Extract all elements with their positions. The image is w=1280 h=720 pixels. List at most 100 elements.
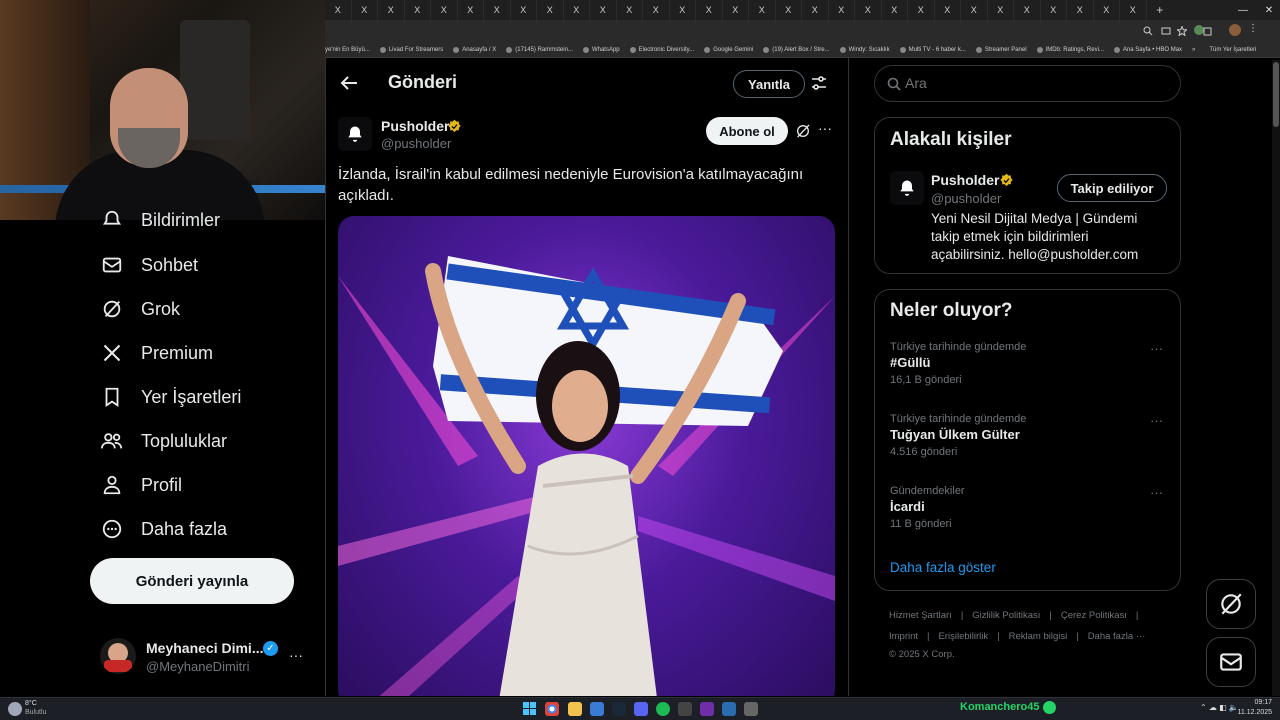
app-icon[interactable] xyxy=(590,702,604,716)
related-name[interactable]: Pusholder xyxy=(931,172,999,188)
bookmark-item[interactable]: Streamer Panel xyxy=(975,46,1027,53)
browser-tab[interactable]: X xyxy=(749,0,776,20)
trend-more-button[interactable]: ··· xyxy=(1150,485,1163,500)
browser-tab[interactable]: X xyxy=(908,0,935,20)
chrome-icon[interactable] xyxy=(545,702,559,716)
search-box[interactable] xyxy=(874,65,1181,102)
browser-tab[interactable]: X xyxy=(617,0,643,20)
browser-tab[interactable]: X xyxy=(1067,0,1094,20)
browser-tab[interactable]: X xyxy=(484,0,511,20)
browser-tab[interactable]: X xyxy=(1120,0,1147,20)
related-handle[interactable]: @pusholder xyxy=(931,191,1001,206)
puzzle-icon[interactable] xyxy=(1203,26,1213,36)
bookmark-item[interactable]: Ana Sayfa • HBO Max xyxy=(1113,46,1182,53)
grok-icon[interactable] xyxy=(795,123,811,139)
nav-premium[interactable]: Premium xyxy=(100,338,213,368)
account-more-button[interactable]: ··· xyxy=(289,647,303,663)
nav-chat[interactable]: Sohbet xyxy=(100,250,198,280)
bookmark-item[interactable]: Electronic Diversity... xyxy=(629,46,694,53)
browser-tab[interactable]: X xyxy=(1041,0,1067,20)
back-arrow-icon[interactable] xyxy=(340,75,358,91)
post-image[interactable] xyxy=(338,216,835,696)
app-icon[interactable] xyxy=(678,702,692,716)
bookmark-item[interactable]: WhatsApp xyxy=(582,46,620,53)
avatar[interactable] xyxy=(100,638,136,674)
browser-tab[interactable]: X xyxy=(325,0,352,20)
author-handle[interactable]: @pusholder xyxy=(381,136,451,151)
browser-tab[interactable]: X xyxy=(988,0,1014,20)
browser-tab[interactable]: X xyxy=(723,0,749,20)
search-input[interactable] xyxy=(905,72,1165,94)
browser-tab[interactable]: X xyxy=(405,0,431,20)
grok-float-button[interactable] xyxy=(1206,579,1256,629)
footer-terms-link[interactable]: Hizmet Şartları xyxy=(889,610,952,621)
browser-tab[interactable]: X xyxy=(776,0,802,20)
post-button[interactable]: Gönderi yayınla xyxy=(90,558,294,604)
file-explorer-icon[interactable] xyxy=(568,702,582,716)
browser-tab[interactable]: X xyxy=(802,0,829,20)
bookmark-item[interactable]: Anasayfa / X xyxy=(453,46,496,53)
bookmark-item[interactable]: Google Gemini xyxy=(704,46,753,53)
browser-tab[interactable]: X xyxy=(670,0,696,20)
browser-tab[interactable]: X xyxy=(537,0,564,20)
close-window-button[interactable]: ✕ xyxy=(1256,0,1280,20)
nav-grok[interactable]: Grok xyxy=(100,294,180,324)
nav-more[interactable]: Daha fazla xyxy=(100,514,227,544)
discord-icon[interactable] xyxy=(634,702,648,716)
footer-imprint-link[interactable]: Imprint xyxy=(889,631,918,642)
filter-icon[interactable] xyxy=(811,75,827,91)
all-bookmarks-folder[interactable]: Tüm Yer İşaretleri xyxy=(1209,47,1256,53)
footer-cookie-link[interactable]: Çerez Politikası xyxy=(1061,610,1127,621)
scrollbar-thumb[interactable] xyxy=(1273,62,1279,127)
bookmark-item[interactable]: ye'nin En Büyü... xyxy=(325,47,370,53)
following-button[interactable]: Takip ediliyor xyxy=(1057,174,1167,202)
reply-button[interactable]: Yanıtla xyxy=(733,70,805,98)
zoom-icon[interactable] xyxy=(1143,26,1153,36)
new-tab-button[interactable]: + xyxy=(1147,0,1174,20)
author-name[interactable]: Pusholder xyxy=(381,118,449,134)
address-bar[interactable]: ⋮ xyxy=(325,20,1280,42)
minimize-button[interactable]: — xyxy=(1230,0,1256,20)
browser-tab[interactable]: X xyxy=(378,0,405,20)
footer-ads-link[interactable]: Reklam bilgisi xyxy=(1009,631,1068,642)
footer-more-link[interactable]: Daha fazla ··· xyxy=(1088,631,1146,642)
bookmark-item[interactable]: (19) Alert Box / Stre... xyxy=(763,46,830,53)
app-icon[interactable] xyxy=(722,702,736,716)
bookmark-item[interactable]: IMDb: Ratings, Revi... xyxy=(1036,46,1104,53)
browser-tab[interactable]: X xyxy=(590,0,617,20)
browser-tab[interactable]: X xyxy=(352,0,378,20)
browser-tab[interactable]: X xyxy=(431,0,458,20)
trend-more-button[interactable]: ··· xyxy=(1150,341,1163,356)
browser-tab[interactable]: X xyxy=(961,0,988,20)
star-icon[interactable] xyxy=(1177,26,1187,36)
bookmark-item[interactable]: (17145) Rammstein... xyxy=(506,46,573,53)
browser-tab[interactable]: X xyxy=(829,0,855,20)
browser-tab[interactable]: X xyxy=(564,0,590,20)
trend-item[interactable]: Türkiye tarihinde gündemde #Güllü 16,1 B… xyxy=(890,341,1170,396)
subscribe-button[interactable]: Abone ol xyxy=(706,117,788,145)
bookmark-item[interactable]: Livad For Streamers xyxy=(379,46,443,53)
browser-tab[interactable]: X xyxy=(882,0,908,20)
browser-tab[interactable]: X xyxy=(511,0,537,20)
nav-profile[interactable]: Profil xyxy=(100,470,182,500)
app-icon[interactable] xyxy=(700,702,714,716)
steam-icon[interactable] xyxy=(612,702,626,716)
trend-item[interactable]: Gündemdekiler İcardi 11 B gönderi ··· xyxy=(890,485,1170,540)
related-avatar[interactable] xyxy=(890,171,924,205)
trend-item[interactable]: Türkiye tarihinde gündemde Tuğyan Ülkem … xyxy=(890,413,1170,468)
browser-menu-icon[interactable]: ⋮ xyxy=(1248,23,1258,34)
browser-tab[interactable]: X xyxy=(935,0,961,20)
browser-tab[interactable]: X xyxy=(696,0,723,20)
browser-tab[interactable]: X xyxy=(1094,0,1120,20)
whatsapp-icon[interactable] xyxy=(1043,701,1056,714)
weather-icon[interactable] xyxy=(8,702,22,716)
browser-tab[interactable]: X xyxy=(458,0,484,20)
footer-accessibility-link[interactable]: Erişilebilirlik xyxy=(939,631,989,642)
bookmark-item[interactable]: Multi TV - 6 haber k... xyxy=(899,46,966,53)
nav-bookmarks[interactable]: Yer İşaretleri xyxy=(100,382,241,412)
browser-tab[interactable]: X xyxy=(643,0,670,20)
nav-communities[interactable]: Topluluklar xyxy=(100,426,227,456)
post-more-button[interactable]: ··· xyxy=(818,120,832,136)
profile-avatar[interactable] xyxy=(1229,24,1241,36)
browser-tab[interactable]: X xyxy=(1014,0,1041,20)
